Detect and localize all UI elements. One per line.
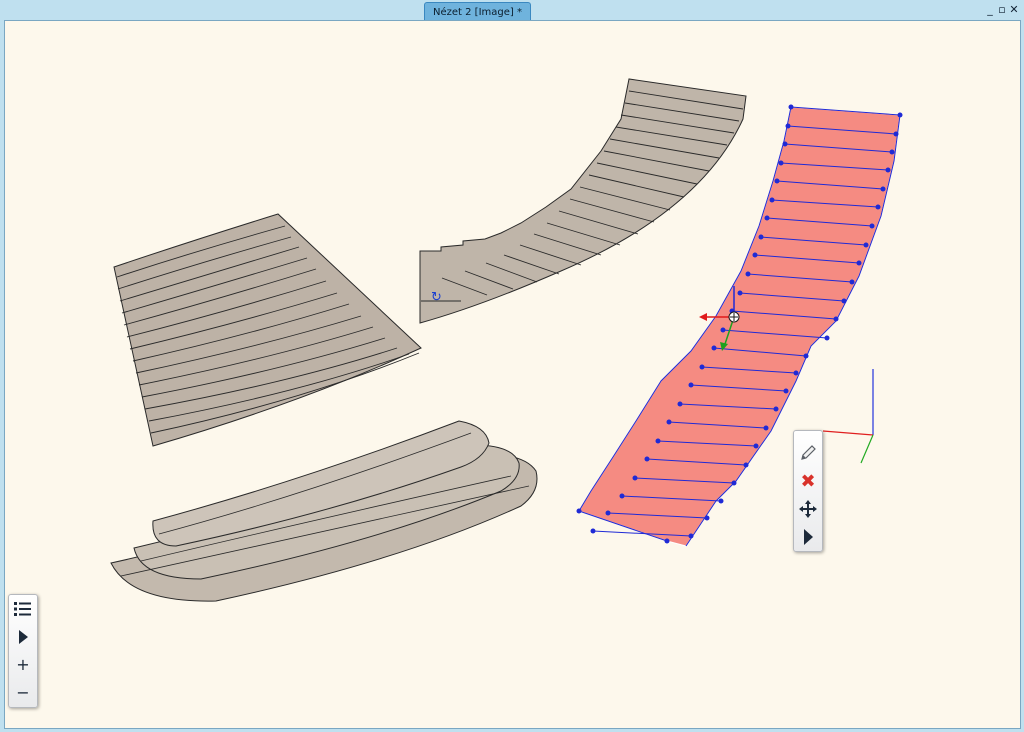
viewport-window: Nézet 2 [Image] * _ ▫ ✕ ↻ + − ✖	[0, 0, 1024, 732]
view-tab[interactable]: Nézet 2 [Image] *	[424, 2, 531, 21]
play-icon	[804, 529, 813, 545]
3d-viewport[interactable]: ↻ + − ✖	[4, 20, 1021, 729]
more-button[interactable]	[794, 523, 822, 551]
minimize-button[interactable]: _	[985, 3, 995, 17]
list-icon	[14, 602, 31, 616]
close-button[interactable]: ✕	[1009, 3, 1019, 17]
curved-stair-top[interactable]: ↻	[419, 78, 747, 324]
zoom-out-button[interactable]: −	[9, 679, 37, 707]
rounded-steps[interactable]	[110, 420, 538, 602]
selection-toolbar: ✖	[793, 430, 823, 552]
scene-drawing: ↻	[110, 78, 903, 602]
layers-button[interactable]	[9, 595, 37, 623]
pencil-icon	[801, 445, 816, 460]
move-button[interactable]	[794, 495, 822, 523]
edit-button[interactable]	[794, 439, 822, 467]
play-icon	[19, 630, 28, 644]
delete-button[interactable]: ✖	[794, 467, 822, 495]
view-toolbar: + −	[8, 594, 38, 708]
world-axes	[822, 369, 874, 464]
restore-button[interactable]: ▫	[997, 3, 1007, 17]
svg-text:↻: ↻	[431, 290, 442, 305]
play-button[interactable]	[9, 623, 37, 651]
window-controls: _ ▫ ✕	[985, 3, 1019, 17]
zoom-in-button[interactable]: +	[9, 651, 37, 679]
curved-stair-left[interactable]	[113, 213, 422, 447]
move-arrows-icon	[799, 500, 817, 518]
